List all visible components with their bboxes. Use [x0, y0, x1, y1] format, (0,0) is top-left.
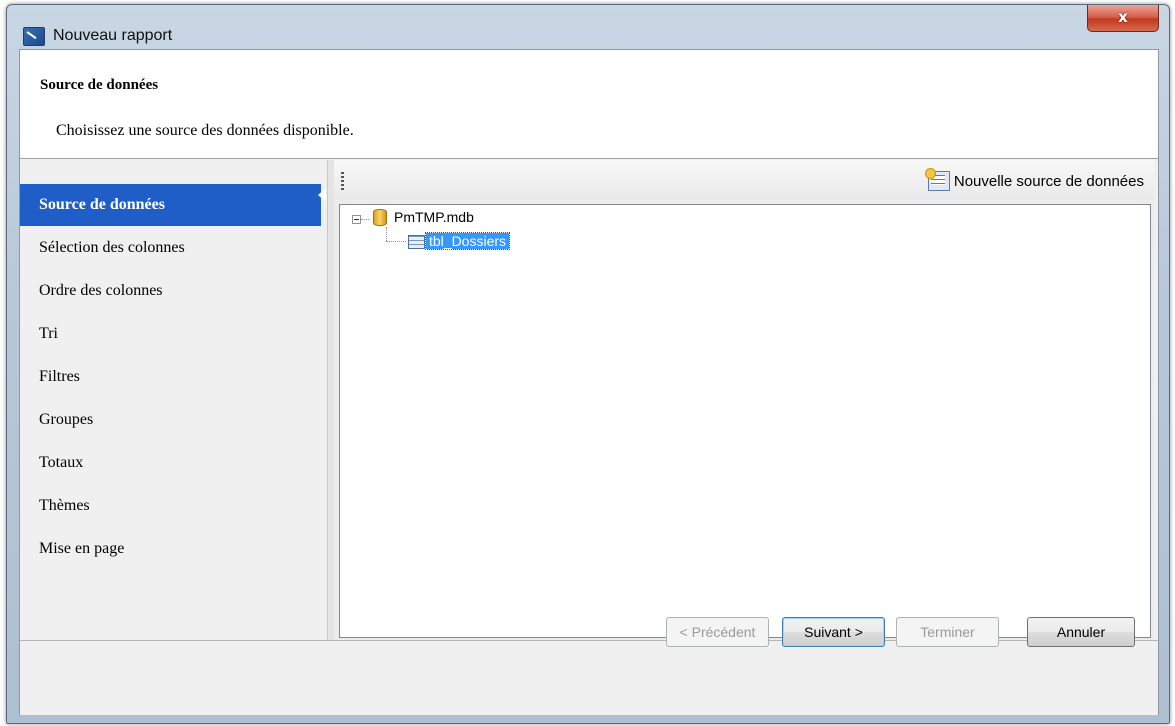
wizard-header: Source de données Choisissez une source … — [20, 50, 1158, 159]
nav-item-source-de-donnees[interactable]: Source de données — [20, 184, 321, 226]
close-button[interactable]: x — [1087, 5, 1159, 32]
nav-item-filtres[interactable]: Filtres — [20, 356, 321, 398]
next-button[interactable]: Suivant > — [782, 617, 885, 647]
nav-item-groupes[interactable]: Groupes — [20, 399, 321, 441]
new-data-source-icon — [924, 168, 950, 191]
previous-button[interactable]: < Précédent — [666, 617, 769, 647]
finish-button[interactable]: Terminer — [896, 617, 999, 647]
app-icon — [23, 27, 45, 46]
tree-connector — [386, 241, 406, 242]
tree-node-database[interactable]: PmTMP.mdb — [394, 209, 474, 225]
wizard-steps-nav: Source de données Sélection des colonnes… — [20, 160, 327, 640]
data-source-panel: Nouvelle source de données PmTMP.mdb tbl… — [334, 160, 1154, 642]
cancel-button[interactable]: Annuler — [1027, 617, 1135, 647]
tree-connector — [386, 227, 387, 241]
dialog-client-area: Source de données Choisissez une source … — [19, 49, 1159, 715]
wizard-footer — [20, 640, 1158, 715]
active-step-pointer-icon — [318, 188, 326, 202]
nav-item-mise-en-page[interactable]: Mise en page — [20, 528, 321, 570]
table-icon — [408, 235, 425, 249]
new-data-source-button[interactable]: Nouvelle source de données — [924, 168, 1144, 193]
tree-connector — [361, 219, 369, 220]
new-data-source-label: Nouvelle source de données — [953, 172, 1144, 190]
nav-item-totaux[interactable]: Totaux — [20, 442, 321, 484]
nav-item-tri[interactable]: Tri — [20, 313, 321, 355]
panel-splitter[interactable] — [327, 160, 334, 640]
nav-item-themes[interactable]: Thèmes — [20, 485, 321, 527]
collapse-toggle-icon[interactable] — [352, 215, 361, 224]
data-source-tree[interactable]: PmTMP.mdb tbl_Dossiers — [339, 204, 1151, 638]
nav-item-selection-des-colonnes[interactable]: Sélection des colonnes — [20, 227, 321, 269]
toolbar-grip-icon[interactable] — [341, 172, 344, 190]
title-bar[interactable]: Nouveau rapport x — [7, 5, 1169, 53]
tree-node-table[interactable]: tbl_Dossiers — [424, 232, 511, 250]
nav-item-ordre-des-colonnes[interactable]: Ordre des colonnes — [20, 270, 321, 312]
database-icon — [373, 209, 387, 226]
dialog-window: Nouveau rapport x Source de données Choi… — [6, 4, 1170, 724]
panel-toolbar: Nouvelle source de données — [334, 160, 1154, 200]
window-title: Nouveau rapport — [53, 27, 173, 44]
page-title: Source de données — [40, 77, 159, 93]
page-subtitle: Choisissez une source des données dispon… — [56, 122, 354, 139]
